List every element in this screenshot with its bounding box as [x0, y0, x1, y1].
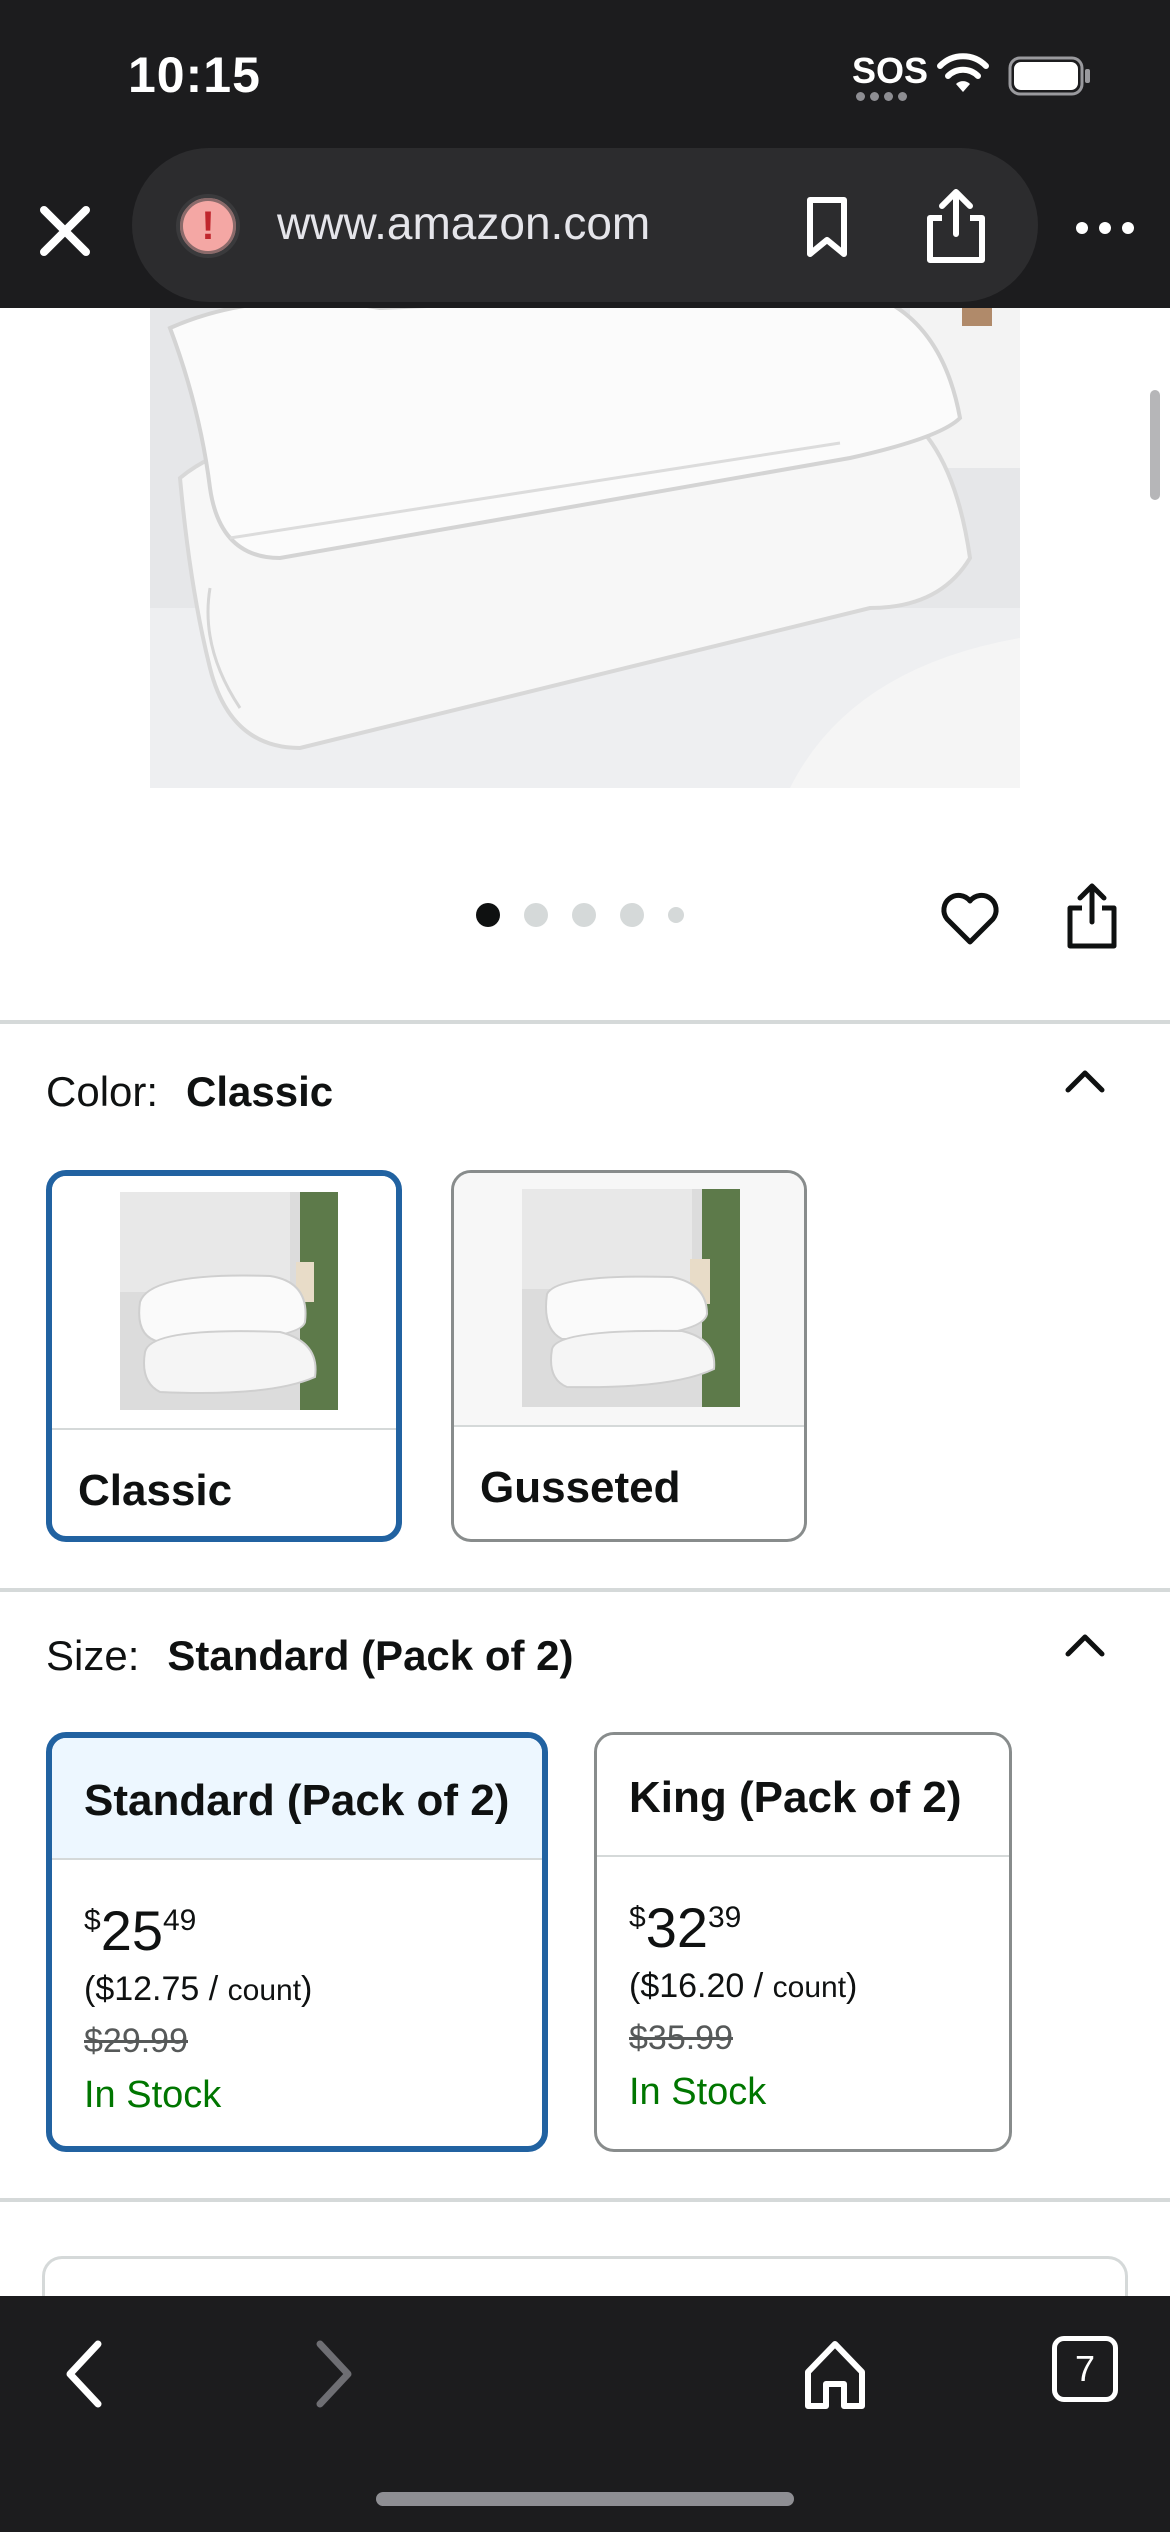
- share-icon[interactable]: [1064, 882, 1120, 952]
- carousel-dot[interactable]: [620, 903, 644, 927]
- home-icon[interactable]: [800, 2336, 870, 2412]
- list-price: $29.99: [84, 2022, 188, 2060]
- swatch-label: Gusseted: [480, 1463, 681, 1512]
- share-icon[interactable]: [918, 186, 994, 266]
- battery-icon: [1008, 56, 1090, 96]
- carousel-dot[interactable]: [476, 903, 500, 927]
- color-option-gusseted[interactable]: Gusseted: [451, 1170, 807, 1542]
- sos-dots: [856, 92, 907, 101]
- forward-icon[interactable]: [302, 2334, 362, 2414]
- url-text[interactable]: www.amazon.com: [277, 196, 650, 250]
- carousel-dot[interactable]: [668, 907, 684, 923]
- price-per-unit: ($12.75 / count): [84, 1970, 313, 2008]
- tabs-button[interactable]: 7: [1052, 2336, 1118, 2402]
- size-label: Size: Standard (Pack of 2): [46, 1632, 574, 1679]
- home-indicator[interactable]: [376, 2492, 794, 2506]
- swatch-label: Classic: [78, 1466, 233, 1515]
- size-option-king[interactable]: King (Pack of 2) $3239 ($16.20 / count) …: [594, 1732, 1012, 2152]
- back-icon[interactable]: [56, 2334, 116, 2414]
- size-option-label: King (Pack of 2): [629, 1773, 962, 1822]
- product-image[interactable]: [150, 308, 1020, 788]
- list-price: $35.99: [629, 2019, 733, 2057]
- price-per-unit: ($16.20 / count): [629, 1967, 858, 2005]
- stock-status: In Stock: [84, 2074, 222, 2116]
- divider: [0, 1020, 1170, 1024]
- close-icon[interactable]: [30, 196, 100, 266]
- divider: [0, 1588, 1170, 1592]
- security-warning-icon[interactable]: !: [176, 194, 240, 258]
- classic-thumbnail: [120, 1192, 338, 1410]
- status-time: 10:15: [128, 47, 261, 103]
- bookmark-icon[interactable]: [792, 192, 862, 262]
- divider: [0, 2198, 1170, 2202]
- gusseted-thumbnail: [522, 1189, 740, 1407]
- price: $2549: [84, 1899, 197, 1962]
- size-option-label: Standard (Pack of 2): [84, 1776, 510, 1825]
- color-selected-value: Classic: [186, 1068, 334, 1115]
- size-option-standard[interactable]: Standard (Pack of 2) $2549 ($12.75 / cou…: [46, 1732, 548, 2152]
- image-carousel-dots[interactable]: [476, 903, 684, 927]
- chevron-up-icon[interactable]: [1060, 1060, 1110, 1100]
- wifi-icon: [937, 53, 989, 92]
- color-label: Color: Classic: [46, 1068, 334, 1115]
- browser-toolbar: 7: [0, 2296, 1170, 2532]
- status-bar: 10:15 SOS: [0, 0, 1170, 148]
- chevron-up-icon[interactable]: [1060, 1624, 1110, 1664]
- carousel-dot[interactable]: [572, 903, 596, 927]
- status-sos: SOS: [852, 50, 929, 91]
- carousel-dot[interactable]: [524, 903, 548, 927]
- scroll-indicator[interactable]: [1150, 390, 1160, 500]
- address-bar[interactable]: ! www.amazon.com: [132, 148, 1038, 302]
- more-icon[interactable]: [1070, 208, 1140, 248]
- stock-status: In Stock: [629, 2071, 767, 2113]
- price: $3239: [629, 1896, 742, 1959]
- color-option-classic[interactable]: Classic: [46, 1170, 402, 1542]
- browser-bar: ! www.amazon.com: [0, 148, 1170, 308]
- heart-icon[interactable]: [938, 886, 1002, 950]
- size-selected-value: Standard (Pack of 2): [167, 1632, 574, 1679]
